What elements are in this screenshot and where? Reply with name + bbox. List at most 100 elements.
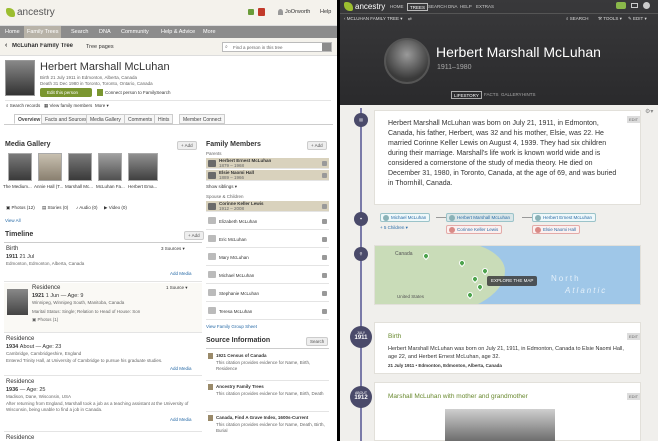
tab-facts[interactable]: FACTS [484, 92, 499, 97]
media-thumb[interactable] [8, 153, 32, 181]
find-person-input[interactable]: ⌕ Find a person in this tree [222, 42, 332, 52]
father-chip[interactable]: Herbert Ernest McLuhan [532, 213, 597, 222]
tab-member-connect[interactable]: Member Connect [179, 114, 226, 124]
tab-hints[interactable]: HINTS [522, 92, 536, 97]
family-member-child[interactable]: Elizabeth McLuhan [206, 213, 329, 230]
tree-icon[interactable] [322, 255, 327, 260]
tree-view-icon[interactable]: ⇄ [408, 16, 412, 22]
tree-name-menu[interactable]: ‹ MCLUHAN FAMILY TREE ▾ [344, 16, 403, 22]
settings-icon[interactable]: ⚙▾ [645, 108, 653, 115]
timeline-add-button[interactable]: + Add [184, 231, 204, 240]
tab-lifestory[interactable]: LIFESTORY [451, 91, 482, 99]
tab-overview[interactable]: Overview [14, 114, 45, 124]
sources-link[interactable]: 1 Source ▾ [166, 285, 188, 291]
tools-menu[interactable]: ⚒ TOOLS ▾ [598, 16, 622, 22]
nav-dna[interactable]: DNA [448, 3, 458, 11]
messages-icon[interactable] [631, 3, 638, 8]
media-caption[interactable]: Herbert Ema... [128, 184, 160, 189]
nav-help-advice[interactable]: Help & Advice [158, 26, 198, 38]
more-menu[interactable]: More ▾ [95, 103, 109, 109]
nav-extras[interactable]: EXTRAS [476, 3, 494, 11]
family-add-button[interactable]: + Add [307, 141, 327, 150]
family-member-child[interactable]: Mary McLuhan [206, 249, 329, 266]
media-caption[interactable]: The Medium... [3, 184, 33, 189]
tree-icon[interactable] [322, 237, 327, 242]
tree-icon[interactable] [322, 173, 327, 178]
add-media-link[interactable]: Add Media [170, 366, 192, 371]
map-card[interactable]: Canada United States North Atlantic EXPL… [374, 245, 641, 305]
mother-chip[interactable]: Elsie Naomi Hall [532, 225, 581, 234]
nav-more[interactable]: More [200, 26, 219, 38]
tab-media-gallery[interactable]: Media Gallery [86, 114, 125, 124]
family-member-spouse[interactable]: Corinne Keller Lewis 1912 – 2008 [206, 201, 329, 212]
ancestry-logo[interactable]: ancestry [6, 7, 55, 18]
tree-icon[interactable] [322, 204, 327, 209]
focus-person-chip[interactable]: Herbert Marshall McLuhan [446, 213, 515, 222]
nav-home[interactable]: HOME [390, 3, 404, 11]
tab-hints[interactable]: Hints [154, 114, 174, 124]
ancestry-logo[interactable]: ancestry [344, 2, 385, 12]
tree-name[interactable]: McLuhan Family Tree [12, 43, 82, 49]
add-media-link[interactable]: Add Media [170, 417, 192, 422]
sources-link[interactable]: 3 Sources ▾ [161, 246, 185, 252]
view-family-group-link[interactable]: View Family Group Sheet [206, 324, 257, 329]
family-member-child[interactable]: Stephanie McLuhan [206, 285, 329, 302]
media-audio-count[interactable]: ♪ Audio (0) [76, 205, 98, 210]
family-member-mother[interactable]: Elsie Naomi Hall 1889 – 1966 [206, 170, 329, 181]
tree-pages-menu[interactable]: Tree pages [86, 44, 114, 50]
view-family-link[interactable]: ▦ View family members [44, 103, 92, 109]
media-thumb[interactable] [68, 153, 92, 181]
media-thumb[interactable] [128, 153, 158, 181]
nav-community[interactable]: Community [118, 26, 152, 38]
family-member-child[interactable]: Eric McLuhan [206, 231, 329, 248]
media-thumb[interactable] [98, 153, 122, 181]
tree-icon[interactable] [322, 219, 327, 224]
messages-icon[interactable] [248, 9, 254, 15]
view-all-link[interactable]: View All [5, 218, 21, 223]
chevron-left-icon[interactable]: ‹ [5, 42, 7, 49]
profile-photo[interactable] [384, 38, 430, 84]
search-button[interactable]: ⌕ SEARCH [566, 16, 589, 21]
help-link[interactable]: Help [320, 9, 331, 15]
source-search-button[interactable]: Search [306, 337, 329, 346]
event-photos-count[interactable]: ▣ Photos (1) [32, 317, 58, 323]
media-stories-count[interactable]: ▤ Stories (0) [42, 205, 68, 211]
edit-event-button[interactable]: EDIT [627, 333, 641, 340]
add-media-link[interactable]: Add Media [170, 271, 192, 276]
search-submit-button[interactable] [322, 43, 331, 51]
birth-event-card[interactable]: Birth EDIT Herbert Marshall McLuhan was … [374, 322, 641, 374]
tree-icon[interactable] [322, 273, 327, 278]
hints-icon[interactable] [616, 2, 626, 9]
edit-menu[interactable]: ✎ EDIT ▾ [628, 16, 647, 22]
edit-person-button[interactable]: Edit this person [40, 88, 92, 97]
user-menu[interactable]: JoOrworth [285, 9, 315, 15]
edit-event-button[interactable]: EDIT [627, 393, 641, 400]
search-records-link[interactable]: ⌕ Search records [6, 103, 40, 108]
tab-comments[interactable]: Comments [124, 114, 157, 124]
show-siblings-toggle[interactable]: Show siblings ▾ [206, 184, 237, 190]
nav-search[interactable]: SEARCH [428, 3, 447, 11]
tab-facts-sources[interactable]: Facts and Sources [41, 114, 91, 124]
media-thumb[interactable] [38, 153, 62, 181]
child-chip[interactable]: Michael McLuhan [380, 213, 431, 222]
timeline-event-residence[interactable]: Residence 1934 About — Age: 23 Cambridge… [4, 334, 202, 376]
timeline-event-birth[interactable]: Birth 1911 21 Jul Edmonton, Edmonton, Al… [4, 244, 202, 282]
timeline-event-residence[interactable]: Residence [6, 435, 34, 441]
source-item[interactable]: Ancestry Family Trees This citation prov… [206, 382, 329, 412]
spouse-chip[interactable]: Corinne Keller Lewis [446, 225, 503, 234]
nav-family-trees[interactable]: Family Trees [24, 26, 62, 38]
connect-familysearch-link[interactable]: Connect person to FamilySearch [105, 90, 195, 95]
media-caption[interactable]: Marshall Mc... [65, 184, 95, 189]
timeline-event-residence[interactable]: Residence 1921 1 Jun — Age: 9 Winnipeg, … [4, 283, 202, 333]
nav-search[interactable]: Search [68, 26, 91, 38]
event-photo[interactable] [445, 409, 555, 441]
profile-photo[interactable] [5, 60, 35, 96]
timeline-event-residence[interactable]: Residence 1936 — Age: 25 Madison, Dane, … [4, 377, 202, 432]
tab-gallery[interactable]: GALLERY [501, 92, 522, 97]
account-icon[interactable] [643, 2, 650, 9]
source-item[interactable]: Canada, Find A Grave Index, 1600s-Curren… [206, 413, 329, 441]
media-video-count[interactable]: ▶ Video (0) [104, 205, 127, 211]
explore-map-button[interactable]: EXPLORE THE MAP [487, 276, 538, 286]
nav-dna[interactable]: DNA [96, 26, 114, 38]
media-photos-count[interactable]: ▣ Photos (12) [6, 205, 35, 211]
